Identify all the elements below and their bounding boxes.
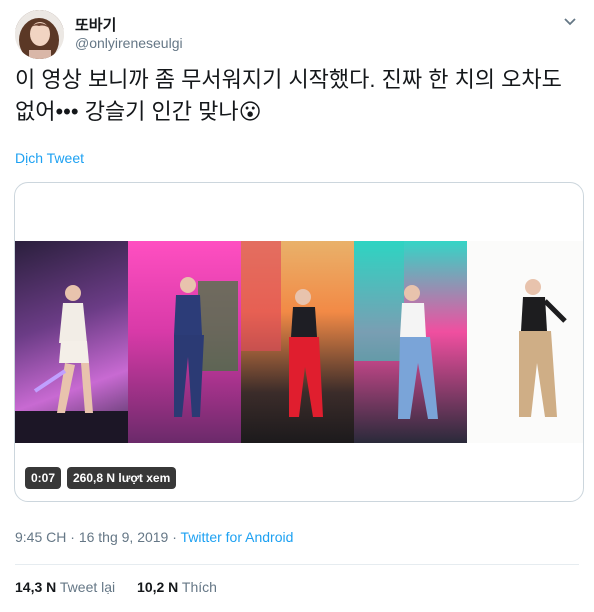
likes-count: 10,2 N (137, 579, 179, 595)
tweet-source-link[interactable]: Twitter for Android (181, 529, 294, 545)
tweet-date[interactable]: 16 thg 9, 2019 (79, 529, 169, 545)
retweets-stat[interactable]: 14,3 N Tweet lại (15, 579, 119, 595)
video-frame-1 (15, 241, 128, 443)
meta-separator: · (70, 529, 75, 545)
retweets-count: 14,3 N (15, 579, 57, 595)
likes-label: Thích (181, 579, 217, 595)
video-player[interactable]: 0:07 260,8 N lượt xem (14, 182, 584, 502)
video-thumbnail[interactable] (15, 241, 583, 443)
retweets-label: Tweet lại (59, 579, 116, 595)
chevron-down-icon[interactable] (563, 14, 577, 28)
video-frame-5 (467, 241, 583, 443)
display-name[interactable]: 또바기 (75, 14, 116, 35)
video-duration-badge: 0:07 (25, 467, 62, 489)
meta-separator: · (172, 529, 177, 545)
avatar-photo (15, 10, 64, 59)
tweet-time[interactable]: 9:45 CH (15, 529, 66, 545)
tweet-stats: 14,3 N Tweet lại 10,2 N Thích (15, 579, 235, 595)
video-frame-4 (354, 241, 467, 443)
tweet-text: 이 영상 보니까 좀 무서워지기 시작했다. 진짜 한 치의 오차도 없어•••… (15, 67, 562, 124)
avatar[interactable] (15, 10, 64, 59)
tweet-header: 또바기 @onlyireneseulgi (15, 10, 579, 60)
divider (15, 564, 579, 565)
likes-stat[interactable]: 10,2 N Thích (137, 579, 217, 595)
username-handle[interactable]: @onlyireneseulgi (75, 35, 183, 51)
video-frame-2 (128, 241, 241, 443)
translate-tweet-link[interactable]: Dịch Tweet (15, 150, 84, 166)
tweet-metadata: 9:45 CH · 16 thg 9, 2019 · Twitter for A… (15, 529, 293, 545)
video-views-badge: 260,8 N lượt xem (67, 467, 177, 489)
video-frame-3 (241, 241, 354, 443)
